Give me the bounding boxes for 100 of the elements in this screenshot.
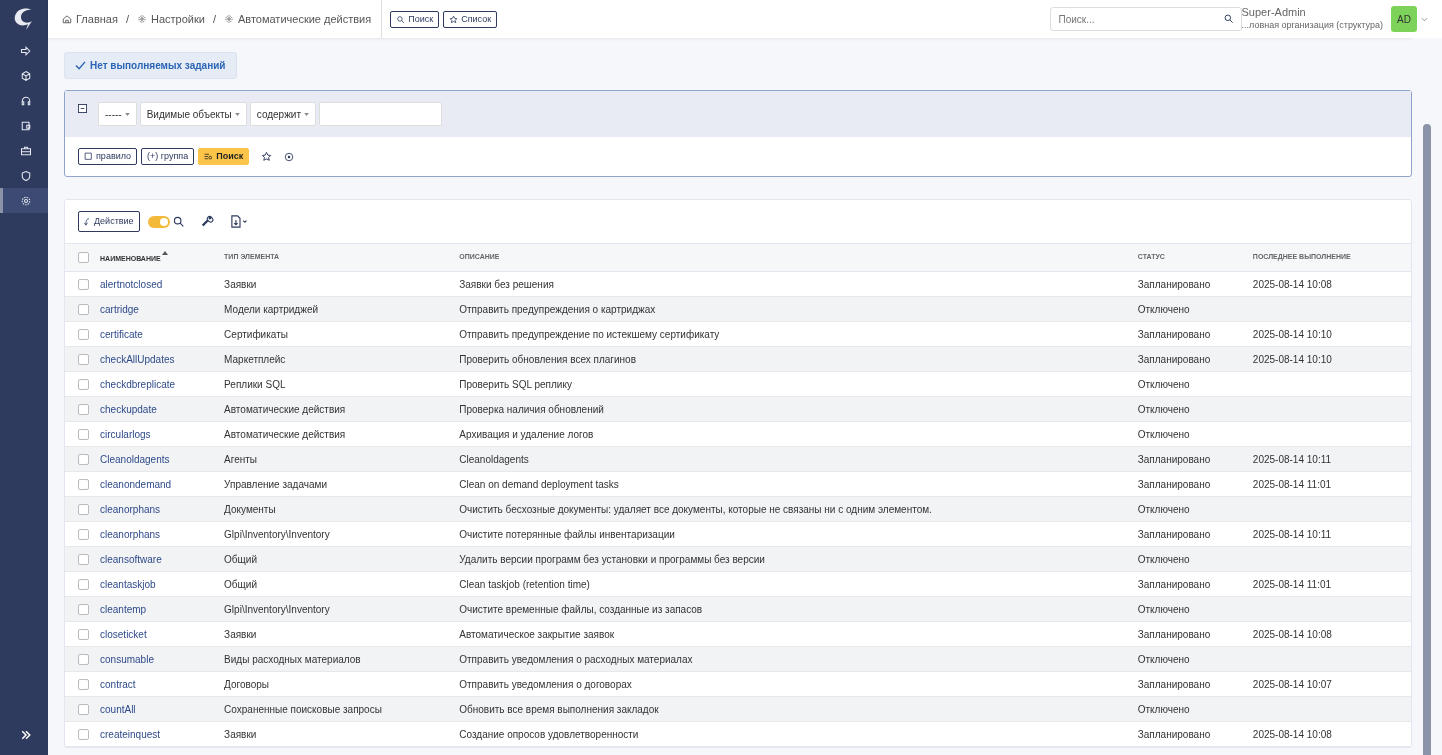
name-link[interactable]: cleanorphans [100,528,161,540]
caret-icon [304,112,310,116]
select-all-checkbox[interactable] [78,252,89,263]
row-checkbox[interactable] [78,504,89,516]
entity-name[interactable]: ...ловная организация (структура) [1241,19,1383,32]
scope-dropdown[interactable]: Видимые объекты [139,102,247,126]
toggle-switch[interactable] [147,215,170,228]
name-link[interactable]: checkdbreplicate [100,378,176,390]
row-checkbox[interactable] [78,729,89,741]
date-cell: 2025-08-14 10:08 [1252,628,1332,640]
name-link[interactable]: alertnotclosed [100,278,163,290]
collapse-icon[interactable] [78,104,87,113]
sort-icon[interactable] [161,250,168,255]
group-button[interactable]: (+) группа [141,148,195,165]
action-button[interactable]: Действие [78,211,140,232]
status-cell: Запланировано [1137,678,1211,690]
row-checkbox[interactable] [78,429,89,441]
status-cell: Отключено [1137,403,1190,415]
row-checkbox[interactable] [78,629,89,641]
gear-icon [19,194,32,207]
name-link[interactable]: countAll [100,703,136,715]
type-cell: Агенты [224,453,258,465]
row-checkbox[interactable] [78,279,89,291]
description-cell: Создание опросов удовлетворенности [459,728,639,740]
date-cell: 2025-08-14 10:11 [1252,453,1332,465]
description-cell: Автоматическое закрытие заявок [459,628,615,640]
row-checkbox[interactable] [78,329,89,341]
search-icon [396,14,406,24]
list-button[interactable]: Список [443,10,498,28]
row-checkbox[interactable] [78,579,89,591]
caret-icon [234,112,240,116]
row-checkbox[interactable] [78,554,89,566]
star-icon[interactable] [261,151,273,162]
operator-dropdown[interactable]: содержит [249,102,317,126]
name-link[interactable]: cartridge [100,303,139,315]
wrench-icon[interactable] [200,215,214,228]
search-icon[interactable] [1222,13,1234,24]
type-cell: Glpi\Inventory\Inventory [224,528,330,540]
row-checkbox[interactable] [78,304,89,316]
row-checkbox[interactable] [78,529,89,541]
description-cell: Очистите потерянные файлы инвентаризации [459,528,675,540]
search-button[interactable]: Поиск [198,148,250,165]
status-cell: Отключено [1137,703,1190,715]
description-cell: Очистите временные файлы, созданные из запасов [459,603,703,615]
name-link[interactable]: circularlogs [100,428,151,440]
date-cell: 2025-08-14 10:07 [1252,678,1332,690]
row-checkbox[interactable] [78,379,89,391]
type-cell: Заявки [224,278,257,290]
reset-icon[interactable] [284,151,295,162]
name-link[interactable]: closeticket [100,628,147,640]
name-link[interactable]: certificate [100,328,143,340]
row-checkbox[interactable] [78,654,89,666]
row-checkbox[interactable] [78,354,89,366]
type-cell: Автоматические действия [224,403,346,415]
rule-button[interactable]: правило [78,148,138,165]
name-link[interactable]: contract [100,678,136,690]
search-field[interactable]: Поиск... [1049,7,1242,31]
status-cell: Запланировано [1137,328,1211,340]
row-checkbox[interactable] [78,404,89,416]
briefcase-icon [19,144,32,157]
row-checkbox[interactable] [78,454,89,466]
name-link[interactable]: cleantaskjob [100,578,156,590]
status-cell: Запланировано [1137,278,1211,290]
type-cell: Общий [224,578,257,590]
user-avatar[interactable]: AD [1391,6,1417,32]
sidebar-item[interactable] [0,188,48,213]
scrollbar[interactable] [1423,124,1431,755]
description-cell: Архивация и удаление логов [459,428,594,440]
name-link[interactable]: createinquest [100,728,161,740]
breadcrumb-link[interactable]: Главная [62,10,118,28]
status-cell: Запланировано [1137,628,1211,640]
name-link[interactable]: cleanondemand [100,478,172,490]
description-cell: Обновить все время выполнения закладок [459,703,659,715]
gear-icon [136,14,147,24]
status-cell: Отключено [1137,553,1190,565]
breadcrumb-link[interactable]: Настройки [136,10,205,28]
description-cell: Отправить предупреждение по истекшему сертификату [459,328,720,340]
row-checkbox[interactable] [78,704,89,716]
row-checkbox[interactable] [78,479,89,491]
user-name[interactable]: Super-Admin [1241,6,1383,19]
breadcrumb-link[interactable]: Автоматические действия [223,10,372,28]
status-button[interactable]: Нет выполняемых заданий [64,52,237,79]
date-cell: 2025-08-14 10:10 [1252,328,1332,340]
row-checkbox[interactable] [78,604,89,616]
export-icon[interactable] [229,215,250,228]
type-cell: Маркетплейс [224,353,286,365]
date-cell: 2025-08-14 10:08 [1252,728,1332,740]
name-link[interactable]: cleantemp [100,603,147,615]
search-icon[interactable] [171,215,185,228]
type-cell: Сертификаты [224,328,288,340]
shield-icon [19,169,32,182]
box-icon [19,69,32,82]
row-checkbox[interactable] [78,679,89,691]
search-button[interactable]: Поиск [390,10,440,28]
value-field[interactable] [319,102,443,126]
type-cell: Модели картриджей [224,303,319,315]
name-link[interactable]: consumable [100,653,154,665]
caret-icon[interactable] [1421,16,1428,22]
type-cell: Автоматические действия [224,428,346,440]
field-dropdown[interactable]: ----- [98,102,137,126]
